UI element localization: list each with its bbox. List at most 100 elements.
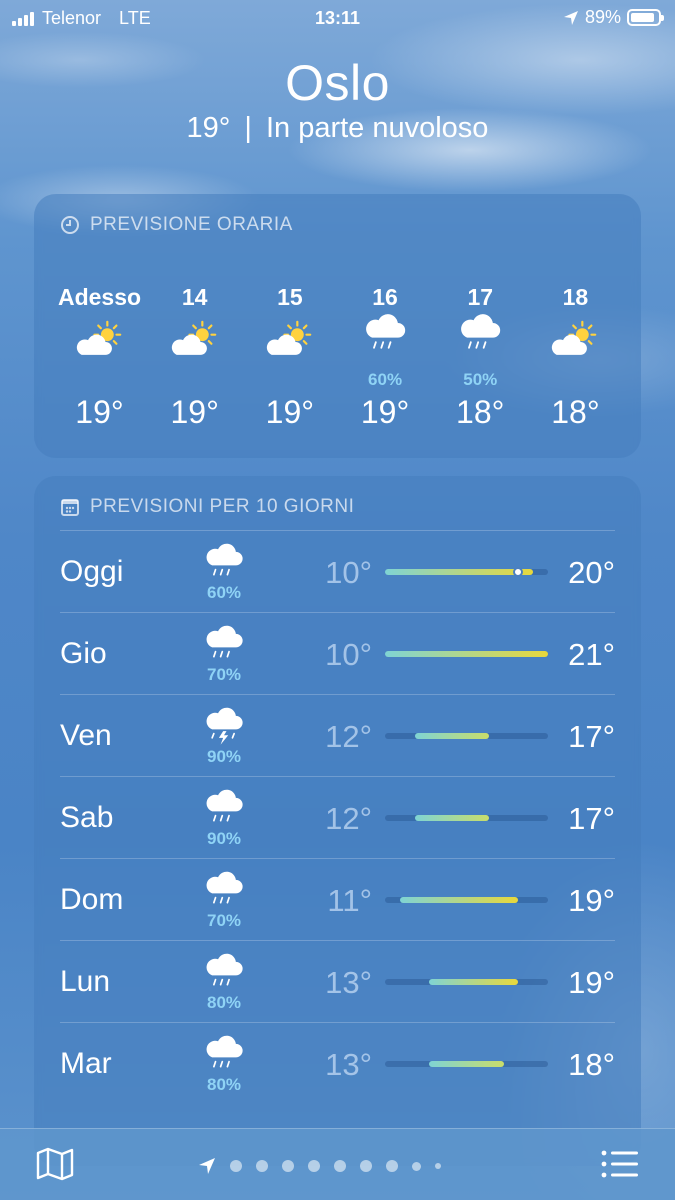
page-dot[interactable]	[282, 1160, 294, 1172]
hour-label: 14	[181, 284, 208, 310]
day-name: Gio	[60, 637, 107, 670]
day-low-temp: 11°	[327, 883, 372, 918]
hour-temp: 18°	[551, 394, 600, 430]
day-name: Oggi	[60, 555, 124, 588]
day-name: Lun	[60, 965, 111, 998]
day-low-temp: 13°	[325, 965, 372, 1000]
day-precip: 70%	[206, 911, 242, 930]
day-row: Dom 70% 11° 19°	[60, 858, 615, 940]
day-high-temp: 20°	[568, 555, 615, 590]
page-dot[interactable]	[334, 1160, 346, 1172]
rain-icon	[461, 314, 501, 349]
map-icon[interactable]	[36, 1147, 74, 1181]
current-condition: In parte nuvoloso	[265, 112, 489, 144]
clock-icon	[61, 216, 79, 234]
battery-percent: 89%	[584, 7, 621, 27]
hour-label: 16	[372, 284, 398, 310]
rain-icon	[366, 314, 406, 349]
location-arrow-icon[interactable]	[198, 1157, 216, 1175]
summary-separator: |	[244, 112, 252, 144]
hour-label: Adesso	[57, 284, 142, 310]
day-high-temp: 18°	[568, 1047, 615, 1082]
day-low-temp: 10°	[325, 637, 372, 672]
hour-label: 18	[562, 284, 589, 310]
temp-range-track	[385, 979, 548, 985]
temp-range-bar	[385, 651, 548, 657]
rain-icon	[206, 543, 243, 576]
partly-cloudy-icon	[171, 320, 216, 355]
day-low-temp: 12°	[325, 719, 372, 754]
status-bar: Telenor LTE 13:11 89%	[0, 0, 675, 36]
day-row: Gio 70% 10° 21°	[60, 612, 615, 694]
hourly-forecast-card[interactable]: PREVISIONE ORARIA Adesso 19° 14 19° 15 19° 16 6…	[34, 194, 641, 458]
hour-temp: 19°	[360, 394, 410, 430]
hourly-title: PREVISIONE ORARIA	[90, 214, 293, 235]
hour-temp: 19°	[170, 394, 219, 430]
day-high-temp: 19°	[568, 883, 615, 918]
daily-forecast-card[interactable]: PREVISIONI PER 10 GIORNI Oggi 60% 10° 20° Gi…	[34, 476, 641, 1166]
day-low-temp: 10°	[325, 555, 372, 590]
rain-icon	[206, 789, 243, 822]
hour-item: 16 60% 19°	[338, 284, 433, 444]
day-high-temp: 19°	[568, 965, 615, 1000]
hour-item: Adesso 19°	[52, 284, 147, 444]
hour-item: 15 19°	[242, 284, 337, 444]
day-precip: 90%	[206, 747, 242, 766]
day-precip: 80%	[206, 1075, 242, 1094]
rain-icon	[206, 1035, 243, 1068]
partly-cloudy-icon	[76, 320, 121, 355]
day-precip: 60%	[206, 583, 242, 602]
day-row: Lun 80% 13° 19°	[60, 940, 615, 1022]
temp-range-bar	[414, 815, 489, 821]
partly-cloudy-icon	[266, 320, 312, 355]
day-low-temp: 13°	[325, 1047, 372, 1082]
page-dot[interactable]	[230, 1160, 242, 1172]
hour-item: 18 18°	[528, 284, 623, 444]
thunderstorm-icon	[206, 707, 243, 745]
hour-precip: 60%	[368, 370, 403, 389]
rain-icon	[206, 625, 243, 658]
hour-label: 15	[277, 284, 303, 310]
day-precip: 70%	[206, 665, 242, 684]
temp-range-track	[385, 651, 548, 657]
current-summary: 19° | In parte nuvoloso	[0, 112, 675, 145]
day-row: Mar 80% 13° 18°	[60, 1022, 615, 1104]
temp-range-bar	[399, 897, 519, 903]
rain-icon	[206, 953, 243, 986]
list-icon[interactable]	[601, 1149, 639, 1179]
temp-range-bar	[385, 569, 534, 575]
day-row: Oggi 60% 10° 20°	[60, 530, 615, 612]
location-services-icon	[563, 10, 578, 25]
hour-item: 14 19°	[147, 284, 242, 444]
page-dot[interactable]	[386, 1160, 398, 1172]
battery-icon	[627, 9, 664, 26]
page-dot[interactable]	[256, 1160, 268, 1172]
current-temp: 19°	[186, 112, 231, 144]
page-dot[interactable]	[308, 1160, 320, 1172]
hour-item: 17 50% 18°	[433, 284, 528, 444]
day-row: Sab 90% 12° 17°	[60, 776, 615, 858]
temp-range-track	[385, 1061, 548, 1067]
rain-icon	[206, 871, 243, 904]
hour-temp: 19°	[75, 394, 124, 430]
page-dot[interactable]	[435, 1163, 441, 1169]
calendar-icon	[61, 499, 79, 516]
temp-range-track	[385, 897, 548, 903]
temp-range-bar	[429, 979, 519, 985]
page-dot[interactable]	[360, 1160, 372, 1172]
day-high-temp: 21°	[568, 637, 615, 672]
day-high-temp: 17°	[568, 719, 615, 754]
temp-range-track	[385, 733, 548, 739]
day-precip: 90%	[206, 829, 242, 848]
daily-title: PREVISIONI PER 10 GIORNI	[90, 496, 355, 517]
temp-range-bar	[429, 1061, 504, 1067]
page-indicator[interactable]	[198, 1157, 441, 1175]
day-high-temp: 17°	[568, 801, 615, 836]
day-low-temp: 12°	[325, 801, 372, 836]
page-dot[interactable]	[412, 1161, 421, 1171]
day-precip: 80%	[206, 993, 242, 1012]
temp-range-bar	[414, 733, 489, 739]
day-name: Dom	[60, 883, 124, 916]
temp-range-track	[385, 815, 548, 821]
day-name: Ven	[60, 719, 112, 752]
